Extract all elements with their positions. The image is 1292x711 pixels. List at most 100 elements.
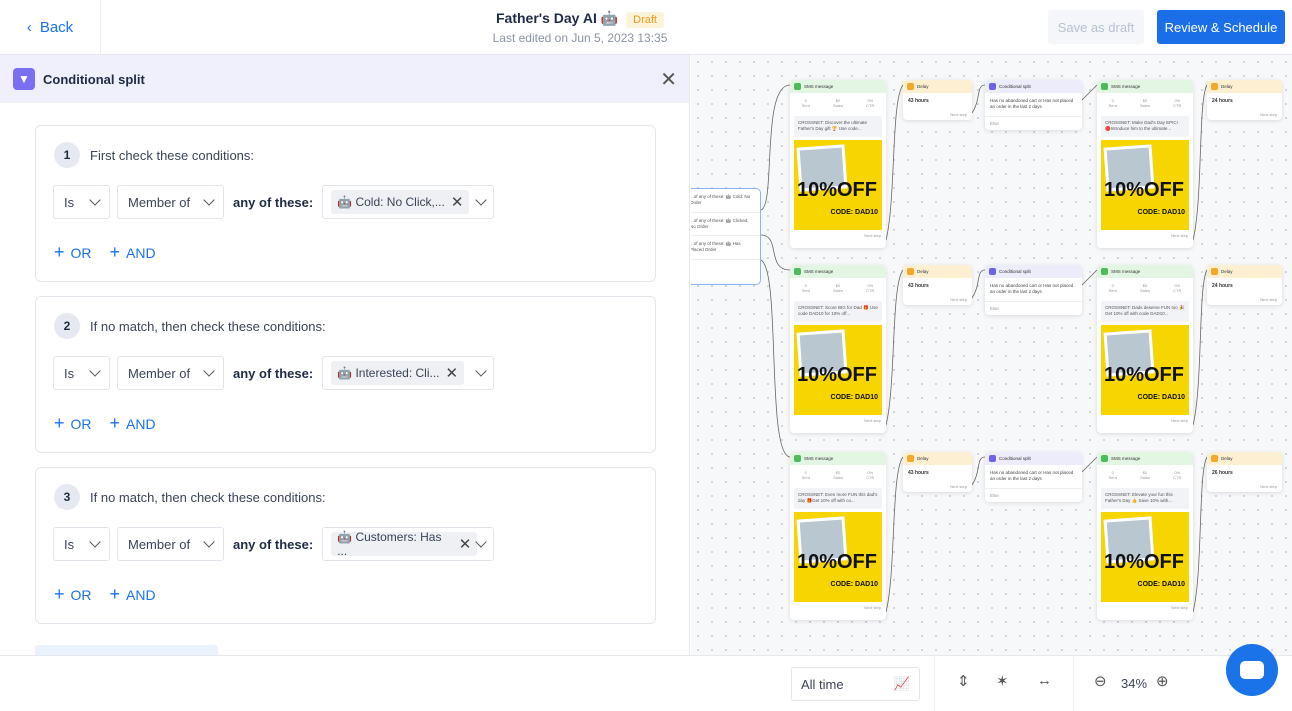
message-preview: CROSSNET: Even more FUN this dad's day 🎁… — [794, 488, 882, 509]
expand-vertical-icon[interactable]: ⇕ — [957, 672, 970, 690]
remove-icon[interactable]: ✕ — [451, 193, 464, 211]
next-step-link[interactable]: Next step — [1207, 109, 1282, 120]
delay-node[interactable]: Delay 24 hours Next step — [1207, 265, 1282, 305]
next-step-link[interactable]: Next step — [903, 109, 972, 120]
relation-select[interactable]: Member of — [117, 527, 224, 561]
connector — [1192, 269, 1208, 426]
next-step-link[interactable]: Next step — [1097, 230, 1193, 241]
flow-connectors — [760, 84, 1208, 613]
add-and-button[interactable]: + AND — [110, 584, 156, 605]
operator-select[interactable]: Is — [53, 527, 110, 561]
stat-label: CTR — [1173, 475, 1182, 480]
next-step-link[interactable]: Next step — [1207, 481, 1282, 492]
zoom-in-icon[interactable]: ⊕ — [1156, 672, 1169, 690]
add-condition-button[interactable] — [35, 645, 218, 655]
promo-text: 10%OFF — [1103, 178, 1184, 201]
plus-icon: + — [109, 413, 121, 433]
sms-icon — [1101, 83, 1108, 90]
or-label: OR — [70, 245, 92, 261]
stat-label: Sent — [1108, 475, 1117, 480]
top-bar: ‹ Back Father's Day AI 🤖 Draft Last edited… — [0, 0, 1292, 55]
operator-select[interactable]: Is — [53, 356, 110, 390]
add-and-button[interactable]: + AND — [110, 242, 156, 263]
sms-message-node[interactable]: SMS message 0 Sent $0 Sales 0% CTR CROSSNET: … — [1097, 80, 1193, 248]
conditional-split-panel: ▼ Conditional split ✕ 1 First check these… — [0, 55, 690, 655]
operator-select[interactable]: Is — [53, 185, 110, 219]
connector — [1081, 84, 1098, 101]
stat-label: Sent — [1108, 288, 1117, 293]
add-or-button[interactable]: + OR — [54, 584, 92, 605]
connector — [971, 456, 986, 486]
add-or-button[interactable]: + OR — [54, 413, 92, 434]
promo-image: 10%OFF CODE: DAD10 — [1101, 511, 1189, 602]
sms-message-node[interactable]: SMS message 0 Sent $0 Sales 0% CTR CROSSNET: … — [790, 265, 886, 433]
promo-code: CODE: DAD10 — [830, 393, 878, 401]
time-range-select[interactable]: All time 📈 — [791, 667, 920, 701]
relation-select[interactable]: Member of — [117, 356, 224, 390]
step-number: 2 — [54, 313, 80, 339]
sms-message-node[interactable]: SMS message 0 Sent $0 Sales 0% CTR CROSSNET: … — [1097, 265, 1193, 433]
save-draft-button[interactable]: Save as draft — [1048, 10, 1144, 44]
review-schedule-button[interactable]: Review & Schedule — [1157, 10, 1285, 44]
chat-button[interactable] — [1226, 644, 1278, 696]
any-of-label: any of these: — [233, 536, 314, 552]
stat-label: Sent — [801, 475, 810, 480]
zoom-out-icon[interactable]: ⊖ — [1094, 672, 1107, 690]
next-step-link[interactable]: Next step — [1097, 415, 1193, 426]
sms-message-node[interactable]: SMS message 0 Sent $0 Sales 0% CTR CROSSNET: … — [1097, 452, 1193, 620]
else-branch: Else — [990, 120, 999, 126]
segment-chip-label: 🤖 Cold: No Click,... — [337, 195, 445, 209]
delay-node[interactable]: Delay 24 hours Next step — [1207, 80, 1282, 120]
close-icon[interactable]: ✕ — [660, 67, 677, 92]
delay-node[interactable]: Delay 43 hours Next step — [903, 80, 972, 120]
add-and-button[interactable]: + AND — [110, 413, 156, 434]
stat-label: Sales — [832, 288, 843, 293]
sms-message-node[interactable]: SMS message 0 Sent $0 Sales 0% CTR CROSSNET: … — [790, 452, 886, 620]
next-step-link[interactable]: Next step — [1097, 602, 1193, 613]
conditional-split-node[interactable]: Conditional split Has no abandoned cart … — [985, 265, 1082, 315]
conditional-split-node[interactable]: Conditional split Has no abandoned cart … — [985, 452, 1082, 502]
back-button[interactable]: ‹ Back — [0, 0, 101, 55]
message-preview: CROSSNET: Make Dad's Day EPIC! 🔴Introduc… — [1101, 116, 1189, 137]
any-of-label: any of these: — [233, 194, 314, 210]
add-or-button[interactable]: + OR — [54, 242, 92, 263]
panel-title: Conditional split — [43, 71, 145, 87]
chevron-down-icon — [89, 194, 101, 206]
node-type: SMS message — [1111, 84, 1141, 89]
back-label: Back — [39, 19, 74, 36]
next-step-link[interactable]: Next step — [790, 415, 886, 426]
delay-node[interactable]: Delay 43 hours Next step — [903, 452, 972, 492]
stat-label: CTR — [866, 103, 875, 108]
split-node[interactable]: ...of any of these: 🤖 Cold: No Order ...… — [691, 188, 761, 285]
next-step-link[interactable]: Next step — [903, 481, 972, 492]
next-step-link[interactable]: Next step — [903, 294, 972, 305]
conditional-split-node[interactable]: Conditional split Has no abandoned cart … — [985, 80, 1082, 130]
node-type: Delay — [917, 269, 929, 274]
delay-node[interactable]: Delay 26 hours Next step — [1207, 452, 1282, 492]
flow-canvas[interactable]: ...of any of these: 🤖 Cold: No Order ...… — [691, 55, 1292, 655]
delay-node[interactable]: Delay 43 hours Next step — [903, 265, 972, 305]
promo-text: 10%OFF — [1103, 363, 1184, 386]
stat-label: CTR — [866, 475, 875, 480]
stat-label: CTR — [866, 288, 875, 293]
remove-icon[interactable]: ✕ — [446, 364, 459, 382]
segment-select[interactable]: 🤖 Interested: Cli... ✕ — [322, 356, 495, 390]
segment-chip: 🤖 Cold: No Click,... ✕ — [331, 190, 470, 214]
next-step-link[interactable]: Next step — [790, 602, 886, 613]
segment-select[interactable]: 🤖 Customers: Has ... ✕ — [322, 527, 495, 561]
chevron-down-icon — [203, 194, 215, 206]
magic-wand-icon[interactable]: ✶ — [996, 672, 1009, 690]
connector — [1081, 269, 1098, 286]
expand-horizontal-icon[interactable]: ↔ — [1037, 672, 1052, 689]
segment-select[interactable]: 🤖 Cold: No Click,... ✕ — [322, 185, 495, 219]
plus-icon: + — [109, 242, 121, 262]
chevron-left-icon: ‹ — [26, 19, 32, 36]
remove-icon[interactable]: ✕ — [459, 535, 472, 553]
node-type: Conditional split — [999, 84, 1031, 89]
relation-select[interactable]: Member of — [117, 185, 224, 219]
or-label: OR — [70, 416, 92, 432]
sms-message-node[interactable]: SMS message 0 Sent $0 Sales 0% CTR CROSSNET: … — [790, 80, 886, 248]
sms-icon — [1101, 455, 1108, 462]
next-step-link[interactable]: Next step — [790, 230, 886, 241]
next-step-link[interactable]: Next step — [1207, 294, 1282, 305]
